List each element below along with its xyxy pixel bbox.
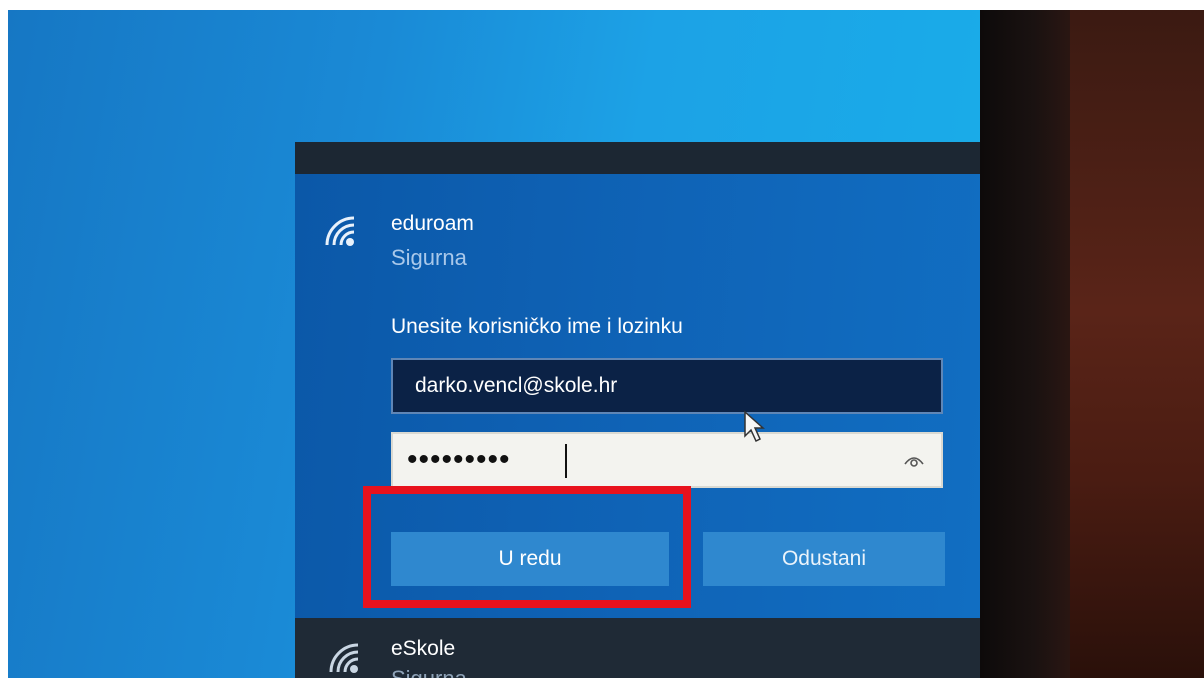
- text-caret: [565, 444, 567, 478]
- network-status: Sigurna: [391, 245, 467, 270]
- username-field[interactable]: darko.vencl@skole.hr: [391, 358, 943, 414]
- username-value: darko.vencl@skole.hr: [415, 374, 618, 397]
- eye-icon[interactable]: [903, 452, 925, 470]
- cancel-button[interactable]: Odustani: [703, 532, 945, 586]
- password-field[interactable]: •••••••••: [391, 432, 943, 488]
- credentials-prompt: Unesite korisničko ime i lozinku: [391, 315, 683, 338]
- wifi-icon: [325, 639, 365, 678]
- highlight-box: [363, 486, 691, 608]
- photo-frame: eduroam Sigurna Unesite korisničko ime i…: [8, 10, 1204, 678]
- room-background: [1070, 10, 1204, 678]
- password-value: •••••••••: [407, 443, 511, 476]
- monitor-bezel: [980, 10, 1070, 678]
- network-item-eskole[interactable]: eSkole: [391, 637, 455, 661]
- network-name: eduroam: [391, 212, 474, 235]
- wifi-icon: [321, 212, 361, 252]
- mouse-cursor: [743, 410, 765, 444]
- network-status: Sigurna: [391, 666, 467, 678]
